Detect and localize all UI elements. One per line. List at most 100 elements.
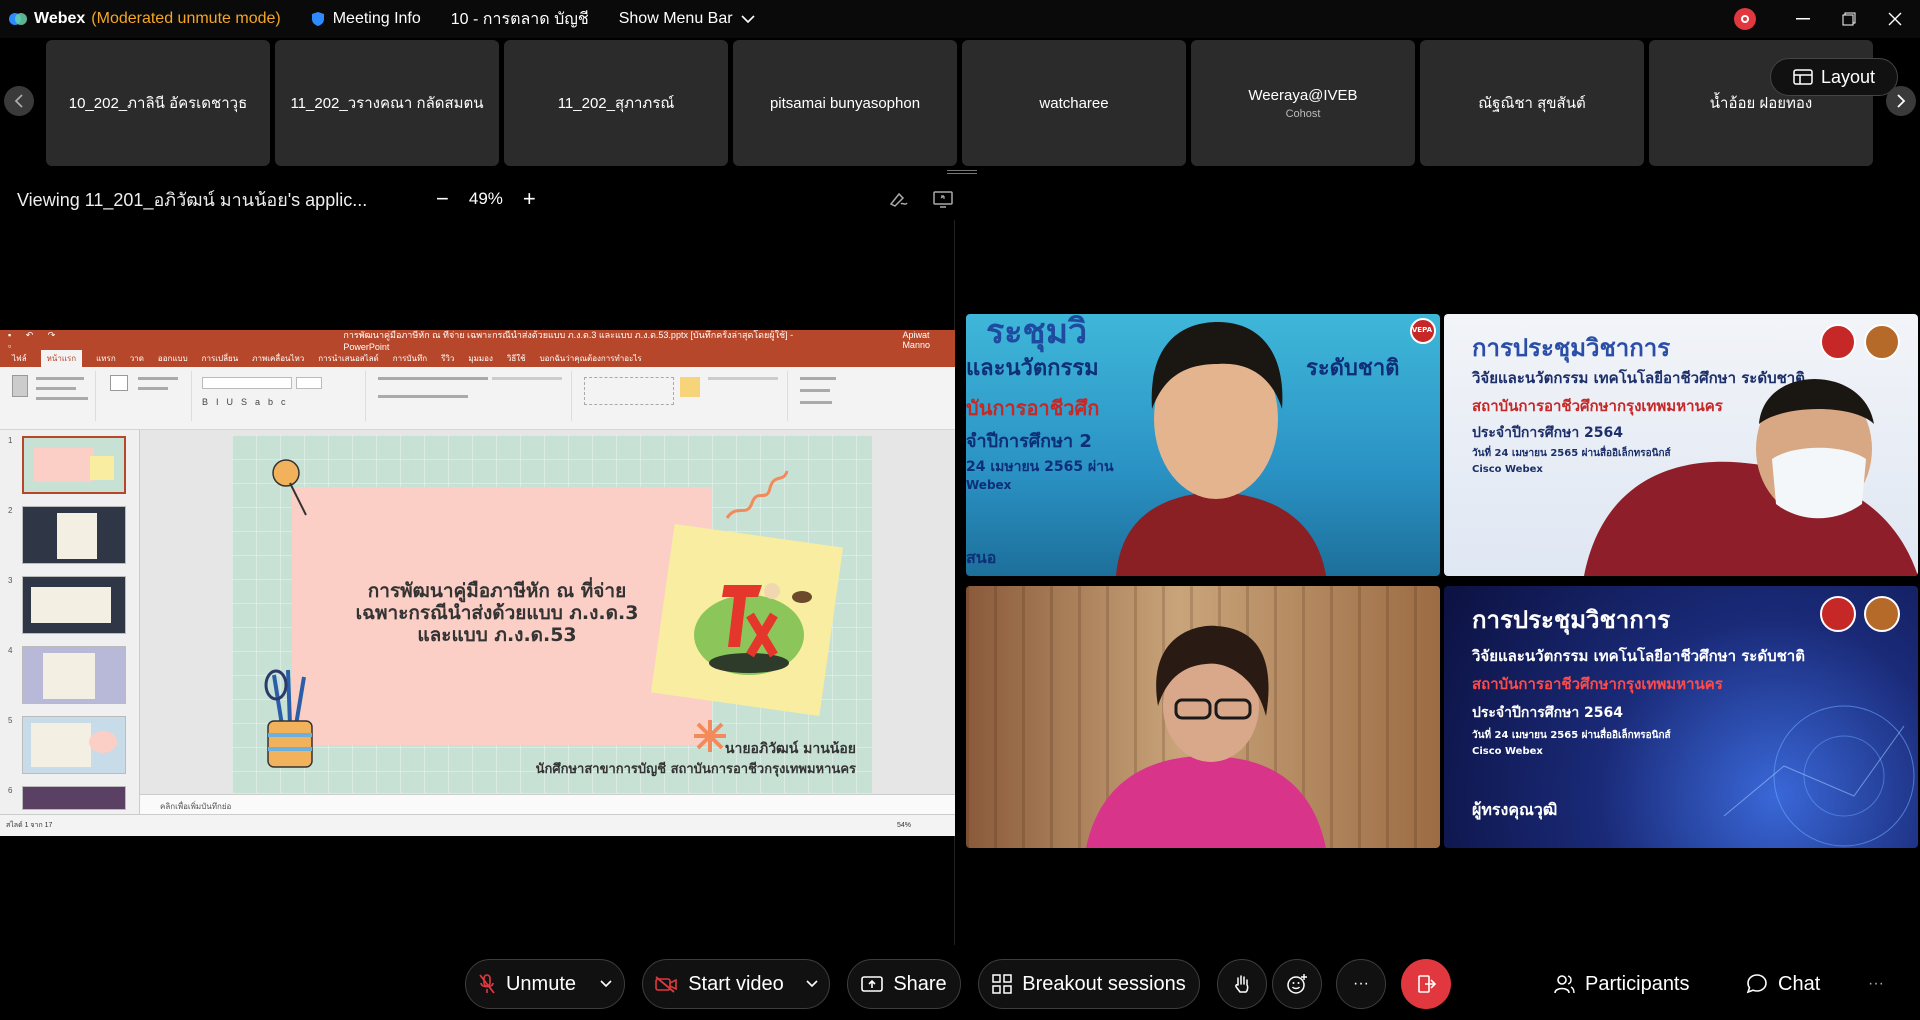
video-tile[interactable]: การประชุมวิชาการ วิจัยและนวัตกรรม เทคโนโ… <box>1444 314 1918 576</box>
participant-name: watcharee <box>1039 94 1109 112</box>
participant-tile[interactable]: 10_202_ภาลินี อัครเดชาวุธ <box>46 40 270 166</box>
chat-button[interactable]: Chat <box>1746 959 1820 1009</box>
title-bar: Webex (Moderated unmute mode) Meeting In… <box>0 0 1920 38</box>
participant-name: 10_202_ภาลินี อัครเดชาวุธ <box>68 95 248 112</box>
ppt-title-bar: ▪ ↶ ↷ ▫ การพัฒนาคู่มือภาษีหัก ณ ที่จ่าย … <box>0 330 955 352</box>
ppt-tab[interactable]: การบันทึก <box>393 352 427 365</box>
start-video-button[interactable]: Start video <box>642 959 830 1009</box>
participant-tile[interactable]: watcharee <box>962 40 1186 166</box>
shared-screen: ▪ ↶ ↷ ▫ การพัฒนาคู่มือภาษีหัก ณ ที่จ่าย … <box>0 220 955 945</box>
video-tile[interactable]: การประชุมวิชาการ วิจัยและนวัตกรรม เทคโนโ… <box>1444 586 1918 848</box>
video-tile[interactable] <box>966 586 1440 848</box>
thumb-number: 3 <box>8 576 13 585</box>
recording-indicator-icon[interactable] <box>1734 8 1756 30</box>
restore-button[interactable] <box>1830 0 1868 38</box>
pencil-cup-icon <box>264 669 313 768</box>
chevron-down-icon <box>600 980 612 988</box>
slide-author: นายอภิวัฒน์ มานน้อย <box>724 741 856 757</box>
person-silhouette <box>1116 322 1326 576</box>
unmute-button[interactable]: Unmute <box>465 959 625 1009</box>
breakout-label: Breakout sessions <box>1022 972 1186 995</box>
close-button[interactable] <box>1876 0 1914 38</box>
slide-institution: นักศึกษาสาขาการบัญชี สถาบันการอาชีวกรุงเ… <box>535 762 856 777</box>
ppt-tab[interactable]: รีวิว <box>441 352 454 365</box>
zoom-in-button[interactable]: + <box>523 186 536 212</box>
ppt-ribbon-tabs: ไฟล์ หน้าแรก แทรก วาด ออกแบบ การเปลี่ยน … <box>0 350 955 367</box>
share-label: Share <box>893 972 947 995</box>
strip-resize-handle[interactable] <box>947 170 977 174</box>
more-options-icon: ··· <box>1353 975 1369 992</box>
slide-thumbnail[interactable] <box>22 646 126 704</box>
slide-thumbnail[interactable] <box>22 786 126 810</box>
breakout-sessions-button[interactable]: Breakout sessions <box>978 959 1200 1009</box>
person-silhouette <box>1584 379 1918 576</box>
backdrop-text: และนวัตกรรม <box>966 356 1099 381</box>
pushpin-icon <box>272 459 307 516</box>
participant-tile[interactable]: pitsamai bunyasophon <box>733 40 957 166</box>
share-screen-icon <box>861 976 884 992</box>
leave-meeting-button[interactable] <box>1401 959 1451 1009</box>
ribbon-group-paragraph <box>372 371 572 421</box>
share-header: Viewing 11_201_อภิวัฒน์ มานน้อย's applic… <box>0 178 955 220</box>
participant-tile[interactable]: 11_202_วรางคณา กลัดสมตน <box>275 40 499 166</box>
asterisk-icon <box>694 720 726 752</box>
slide-thumbnail[interactable] <box>22 576 126 634</box>
ppt-zoom-level: 54% <box>896 822 911 829</box>
slide-thumbnail[interactable] <box>22 436 126 494</box>
layout-label: Layout <box>1820 66 1876 87</box>
banner-title: การประชุมวิชาการ <box>1472 606 1671 634</box>
show-menu-bar-button[interactable]: Show Menu Bar <box>619 10 755 28</box>
ppt-tab[interactable]: ภาพเคลื่อนไหว <box>252 352 304 365</box>
ribbon-group-drawing <box>578 371 788 421</box>
layout-button[interactable]: Layout <box>1770 58 1898 96</box>
ppt-tab[interactable]: วิธีใช้ <box>507 352 526 365</box>
slide-thumbnail[interactable] <box>22 716 126 774</box>
meeting-info-button[interactable]: Meeting Info <box>311 10 421 28</box>
ppt-tab[interactable]: การนำเสนอสไลด์ <box>318 352 379 365</box>
pop-out-share-icon[interactable] <box>933 190 953 208</box>
raise-hand-button[interactable] <box>1217 959 1267 1009</box>
panel-overflow-button[interactable]: ··· <box>1868 959 1884 1009</box>
minimize-icon <box>1796 18 1810 20</box>
ribbon-group-slides <box>102 371 192 421</box>
ppt-status-bar: สไลด์ 1 จาก 17 54% <box>0 814 955 836</box>
ppt-tab[interactable]: ไฟล์ <box>12 352 27 365</box>
breakout-grid-icon <box>992 974 1013 994</box>
strip-prev-button[interactable] <box>4 86 34 116</box>
share-button[interactable]: Share <box>847 959 961 1009</box>
meeting-controls: Unmute Start video Share Breakout sessio… <box>0 945 1920 1020</box>
chevron-left-icon <box>14 94 23 108</box>
zoom-level: 49% <box>468 189 503 208</box>
reactions-button[interactable] <box>1272 959 1322 1009</box>
thumb-number: 6 <box>8 786 13 795</box>
ppt-tab[interactable]: แทรก <box>96 352 116 365</box>
participant-tile[interactable]: Weeraya@IVEB Cohost <box>1191 40 1415 166</box>
ppt-tab[interactable]: มุมมอง <box>468 352 493 365</box>
backdrop-text: สนอ <box>966 548 997 567</box>
backdrop-text: จำปีการศึกษา 2 <box>966 431 1092 452</box>
participant-tile[interactable]: ณัฐณิชา สุขสันต์ <box>1420 40 1644 166</box>
participant-name: pitsamai bunyasophon <box>769 94 921 112</box>
meeting-info-label: Meeting Info <box>332 10 421 27</box>
smiley-icon <box>1287 974 1307 994</box>
participants-button[interactable]: Participants <box>1553 959 1690 1009</box>
meeting-name: 10 - การตลาด บัญชี <box>450 10 589 28</box>
ppt-tab[interactable]: ออกแบบ <box>158 352 188 365</box>
strip-next-button[interactable] <box>1886 86 1916 116</box>
ppt-tab[interactable]: วาด <box>130 352 144 365</box>
slide-thumbnail[interactable] <box>22 506 126 564</box>
ppt-ribbon: BIUSabc <box>0 367 955 430</box>
annotate-icon[interactable] <box>889 190 909 208</box>
participant-tile[interactable]: 11_202_สุภาภรณ์ <box>504 40 728 166</box>
zoom-out-button[interactable]: − <box>436 186 449 212</box>
notes-pane[interactable]: คลิกเพื่อเพิ่มบันทึกย่อ <box>140 794 955 814</box>
video-tile[interactable]: ระชุมวิ และนวัตกรรม ระดับชาติ บันการอาชี… <box>966 314 1440 576</box>
ppt-tab-active[interactable]: หน้าแรก <box>40 350 83 367</box>
ppt-tell-me[interactable]: บอกฉันว่าคุณต้องการทำอะไร <box>540 352 642 365</box>
ppt-tab[interactable]: การเปลี่ยน <box>202 352 239 365</box>
thumb-number: 1 <box>8 436 13 445</box>
minimize-button[interactable] <box>1784 0 1822 38</box>
more-options-button[interactable]: ··· <box>1336 959 1386 1009</box>
banner-platform: Cisco Webex <box>1472 464 1543 475</box>
slide-canvas[interactable]: การพัฒนาคู่มือภาษีหัก ณ ที่จ่าย เฉพาะกรณ… <box>232 435 872 793</box>
